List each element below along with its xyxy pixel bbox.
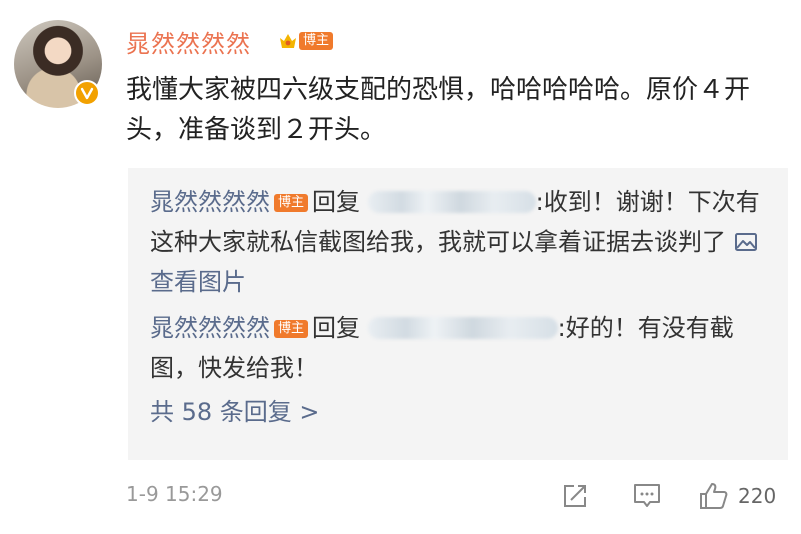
reply-word: 回复	[312, 314, 361, 342]
like-icon	[700, 483, 728, 509]
like-button[interactable]: 220	[698, 478, 776, 514]
post-timestamp: 1-9 15:29	[126, 482, 223, 506]
repost-button[interactable]	[560, 478, 590, 514]
comment-icon	[634, 484, 660, 507]
image-icon	[734, 233, 757, 251]
post-author-name[interactable]: 晁然然然然	[126, 24, 251, 59]
repost-icon	[564, 485, 586, 507]
comment-button[interactable]	[632, 478, 662, 514]
reply-list: 晁然然然然 博主 回复 :收到！谢谢！下次有这种大家就私信截图给我，我就可以拿着证据…	[128, 168, 788, 460]
view-image-label: 查看图片	[150, 268, 246, 296]
blogger-badge: 博主	[278, 28, 334, 54]
reply-item[interactable]: 晁然然然然 博主 回复 :好的！有没有截图，快发给我！	[150, 308, 768, 388]
reply-item[interactable]: 晁然然然然 博主 回复 :收到！谢谢！下次有这种大家就私信截图给我，我就可以拿着证据…	[150, 182, 768, 302]
reply-author-name[interactable]: 晁然然然然	[150, 314, 270, 342]
reply-word: 回复	[312, 188, 361, 216]
blogger-tag: 博主	[274, 320, 309, 338]
more-replies-link[interactable]: 共 58 条回复 >	[150, 392, 768, 432]
blogger-tag: 博主	[299, 32, 334, 50]
blurred-username	[367, 191, 536, 213]
crown-icon	[280, 34, 296, 48]
like-count: 220	[738, 484, 777, 508]
blogger-tag: 博主	[274, 194, 309, 212]
post-text: 我懂大家被四六级支配的恐惧，哈哈哈哈哈。原价４开头，准备谈到２开头。	[126, 75, 751, 145]
reply-author-name[interactable]: 晁然然然然	[150, 188, 270, 216]
blurred-username	[367, 317, 558, 339]
verified-badge-icon	[74, 80, 100, 106]
